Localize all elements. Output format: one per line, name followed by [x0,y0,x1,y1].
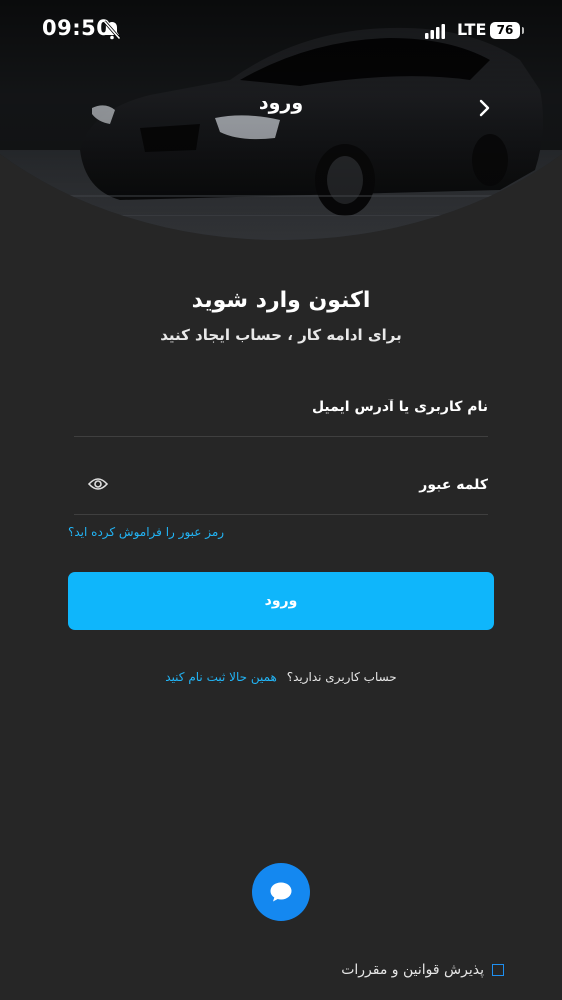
chat-bubble-icon [270,882,292,902]
forgot-password-link[interactable]: رمز عبور را فراموش کرده اید؟ [68,525,224,539]
chat-button[interactable] [252,863,310,921]
password-field-container [74,455,488,515]
signal-icon [425,24,445,39]
signup-question: حساب کاربری ندارید؟ [286,670,397,684]
username-field-container [74,377,488,437]
signup-link[interactable]: همین حالا ثبت نام کنید [165,670,277,684]
login-subheading: برای ادامه کار ، حساب ایجاد کنید [160,326,402,344]
username-input[interactable] [74,377,488,436]
network-label: LTE [457,20,487,39]
battery-indicator: 76 [490,22,524,39]
back-chevron-icon[interactable] [476,98,492,118]
login-heading: اکنون وارد شوید [191,288,371,313]
login-button[interactable]: ورود [68,572,494,630]
password-input[interactable] [74,455,488,514]
eye-icon[interactable] [88,476,108,492]
terms-checkbox[interactable] [492,964,504,976]
login-screen: 09:50 LTE 76 ورود اکنون وارد شوید برای ا… [0,0,562,1000]
signup-row: حساب کاربری ندارید؟ همین حالا ثبت نام کن… [0,670,562,684]
status-time: 09:50 [42,16,112,40]
bell-off-icon [103,20,121,40]
terms-row: پذیرش قوانین و مقررات [341,959,504,981]
terms-label: پذیرش قوانین و مقررات [341,962,484,978]
status-bar: 09:50 LTE 76 [0,0,562,60]
